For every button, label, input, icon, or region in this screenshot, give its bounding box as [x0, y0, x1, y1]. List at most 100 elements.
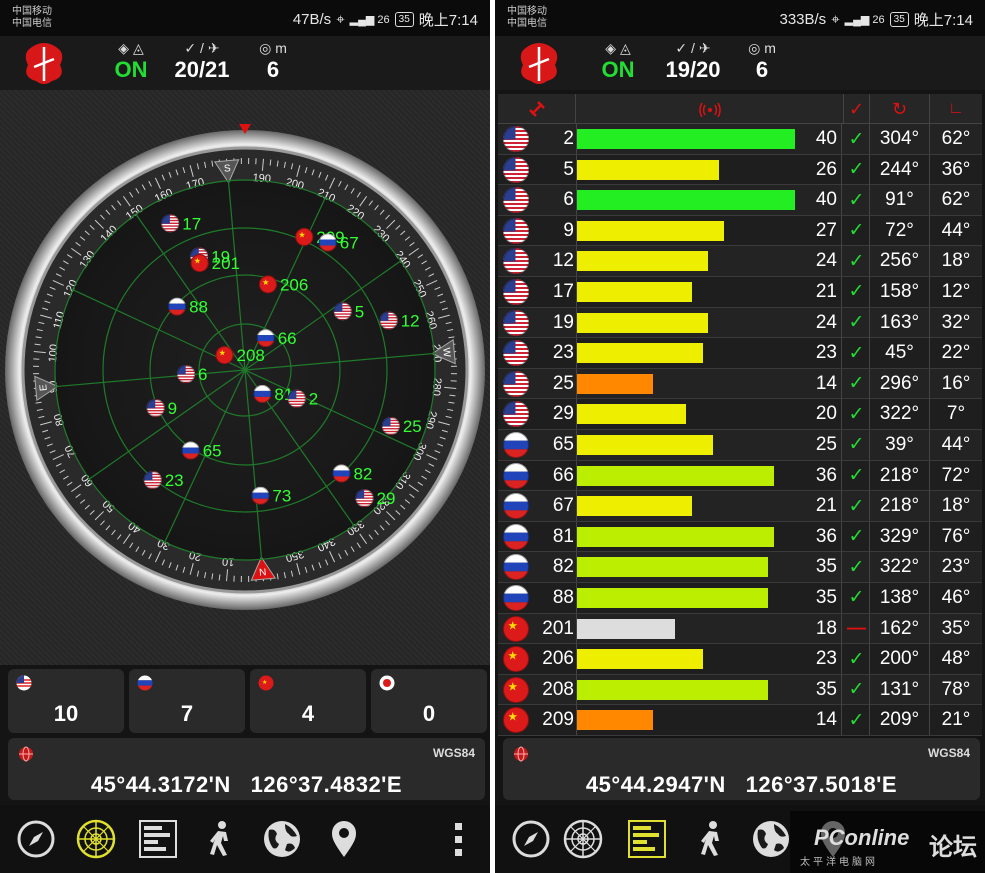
walk-tab[interactable] — [685, 813, 737, 865]
sats-group: ✓ / ✈ 20/21 — [162, 39, 242, 83]
radar-tab[interactable] — [70, 813, 122, 865]
row-prn: 201 — [542, 617, 574, 639]
satellite-marker[interactable]: ★ — [190, 254, 209, 273]
map-tab[interactable] — [318, 813, 370, 865]
satellite-marker[interactable]: ★ — [258, 275, 277, 294]
table-row[interactable]: 66 36 ✓ 218° 72° — [498, 460, 982, 492]
globe-tab[interactable] — [256, 813, 308, 865]
bottom-toolbar: PConline 太平洋电脑网 论坛 — [495, 805, 985, 873]
table-row[interactable]: 88 35 ✓ 138° 46° — [498, 582, 982, 614]
compass-tab[interactable] — [505, 813, 557, 865]
table-row[interactable]: 23 23 ✓ 45° 22° — [498, 338, 982, 369]
app-logo-icon[interactable] — [22, 41, 66, 85]
satellite-marker[interactable] — [168, 297, 187, 316]
signal-tab[interactable] — [621, 813, 673, 865]
row-snr: 23 — [815, 648, 837, 670]
table-row[interactable]: ★ 208 35 ✓ 131° 78° — [498, 674, 982, 706]
table-row[interactable]: 81 36 ✓ 329° 76° — [498, 521, 982, 553]
row-flag — [498, 216, 534, 246]
table-row[interactable]: 12 24 ✓ 256° 18° — [498, 246, 982, 277]
watermark-sub: 太平洋电脑网 — [800, 857, 878, 868]
row-azimuth: 158° — [870, 276, 930, 307]
col-used[interactable]: ✓ — [844, 94, 870, 124]
table-row[interactable]: 67 21 ✓ 218° 18° — [498, 491, 982, 522]
table-row[interactable]: 17 21 ✓ 158° 12° — [498, 276, 982, 308]
col-signal[interactable] — [576, 94, 844, 124]
row-elevation: 62° — [941, 189, 971, 211]
col-satellite[interactable] — [498, 94, 576, 124]
check-icon: ✓ — [848, 648, 865, 670]
table-row[interactable]: 25 14 ✓ 296° 16° — [498, 368, 982, 400]
satellite-marker[interactable] — [161, 214, 180, 233]
signal-tab[interactable] — [132, 813, 184, 865]
compass-tick-label: 100 — [47, 344, 61, 363]
satellite-marker[interactable] — [253, 384, 272, 403]
row-snr: 40 — [815, 189, 837, 211]
row-signal: 23 — [576, 338, 842, 369]
satellite-marker[interactable] — [318, 233, 337, 252]
satellite-marker[interactable] — [146, 398, 165, 417]
walk-tab[interactable] — [194, 813, 246, 865]
row-prn: 19 — [552, 311, 574, 333]
satellite-marker[interactable] — [251, 486, 270, 505]
table-row[interactable]: 5 26 ✓ 244° 36° — [498, 154, 982, 186]
row-elevation: 16° — [941, 372, 971, 394]
usa-flag-icon — [503, 126, 529, 152]
net-speed: 47B/s — [292, 11, 332, 28]
radar-tab[interactable] — [557, 813, 609, 865]
compass-icon — [17, 820, 55, 858]
china-flag-icon: ★ — [503, 615, 529, 642]
carrier-1: 中国移动 — [507, 6, 547, 17]
check-icon: ✓ — [848, 587, 865, 609]
signal-label: 26 — [872, 14, 885, 26]
row-prn: 82 — [552, 556, 574, 578]
table-row[interactable]: ★ 209 14 ✓ 209° 21° — [498, 705, 982, 736]
check-icon: ✓ — [848, 434, 865, 456]
satellite-marker[interactable] — [287, 389, 306, 408]
row-prn: 9 — [563, 219, 574, 241]
satellite-marker[interactable] — [379, 311, 398, 330]
usa-flag-icon — [503, 401, 529, 428]
signal-label: 26 — [377, 14, 390, 26]
count-other-value: 0 — [422, 701, 436, 726]
check-icon: ✓ — [848, 679, 865, 701]
fix-status-group: ◈ ◬ ON — [108, 39, 154, 83]
satellite-marker[interactable] — [177, 365, 196, 384]
table-row[interactable]: 6 40 ✓ 91° 62° — [498, 185, 982, 216]
table-row[interactable]: 9 27 ✓ 72° 44° — [498, 215, 982, 247]
satellite-marker[interactable] — [381, 416, 400, 435]
satellite-marker[interactable] — [181, 441, 200, 460]
col-azimuth[interactable]: ↻ — [870, 94, 930, 124]
fix-icon: ◈ ◬ — [605, 40, 631, 56]
satellite-marker[interactable] — [256, 329, 275, 348]
snr-bar — [577, 251, 708, 272]
satellite-marker[interactable] — [333, 302, 352, 321]
satellite-marker[interactable] — [355, 489, 374, 508]
row-flag — [498, 277, 534, 307]
snr-bar — [577, 404, 686, 425]
table-row[interactable]: 82 35 ✓ 322° 23° — [498, 552, 982, 583]
more-menu-button[interactable] — [432, 813, 484, 865]
satellite-label: 67 — [340, 234, 359, 253]
check-icon: ✓ — [848, 495, 865, 517]
table-header: ✓ ↻ ∟ — [498, 94, 982, 124]
accuracy-group: ◎ m 6 — [739, 39, 785, 83]
table-row[interactable]: 19 24 ✓ 163° 32° — [498, 307, 982, 339]
row-used: ✓ — [844, 338, 870, 369]
sky-radar[interactable]: 1020304050607080901001101201301401501601… — [0, 90, 490, 665]
satellite-marker[interactable]: ★ — [215, 346, 234, 365]
satellite-marker[interactable]: ★ — [295, 227, 314, 246]
satellite-marker[interactable] — [332, 464, 351, 483]
table-row[interactable]: ★ 201 18 — 162° 35° — [498, 613, 982, 645]
table-row[interactable]: ★ 206 23 ✓ 200° 48° — [498, 644, 982, 675]
compass-tab[interactable] — [10, 813, 62, 865]
check-icon: ✓ — [848, 281, 865, 303]
table-row[interactable]: 2 40 ✓ 304° 62° — [498, 124, 982, 155]
check-icon: ✓ — [848, 342, 865, 364]
satellite-marker[interactable] — [143, 470, 162, 489]
table-row[interactable]: 29 20 ✓ 322° 7° — [498, 399, 982, 430]
app-logo-icon[interactable] — [517, 41, 561, 85]
table-row[interactable]: 65 25 ✓ 39° 44° — [498, 429, 982, 461]
col-elevation[interactable]: ∟ — [930, 94, 982, 124]
row-prn: 208 — [542, 678, 574, 700]
